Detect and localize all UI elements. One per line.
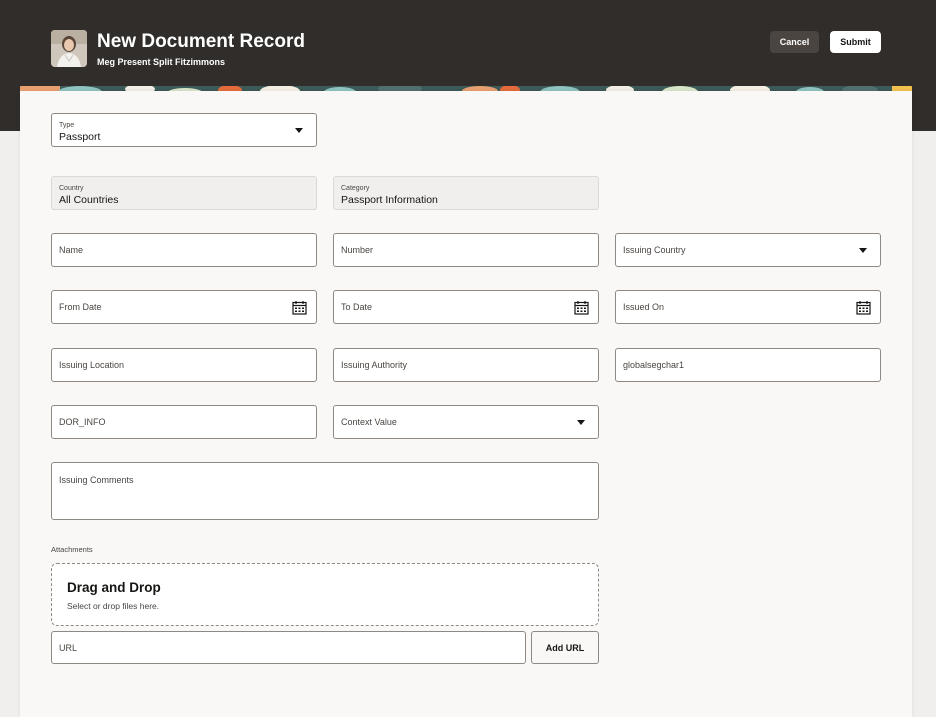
issued-on-label: Issued On	[623, 302, 665, 312]
globalsegchar1-input[interactable]: globalsegchar1	[615, 348, 881, 382]
issuing-location-input[interactable]: Issuing Location	[51, 348, 317, 382]
to-date-label: To Date	[341, 302, 373, 312]
name-input[interactable]: Name	[51, 233, 317, 267]
issuing-comments-textarea[interactable]: Issuing Comments	[51, 462, 599, 520]
category-field: Category Passport Information	[333, 176, 599, 210]
number-input[interactable]: Number	[333, 233, 599, 267]
category-value: Passport Information	[341, 194, 438, 206]
type-label: Type	[59, 122, 75, 129]
dropzone-subtitle: Select or drop files here.	[67, 601, 160, 611]
url-input[interactable]: URL	[51, 631, 526, 664]
issued-on-input[interactable]: Issued On	[615, 290, 881, 324]
issuing-country-select[interactable]: Issuing Country	[615, 233, 881, 267]
from-date-label: From Date	[59, 302, 102, 312]
calendar-icon[interactable]	[292, 300, 307, 315]
type-select[interactable]: Type Passport	[51, 113, 317, 147]
context-value-label: Context Value	[341, 417, 397, 427]
avatar	[51, 30, 87, 67]
country-value: All Countries	[59, 194, 119, 206]
decorative-banner	[20, 82, 912, 91]
issuing-country-label: Issuing Country	[623, 245, 686, 255]
type-value: Passport	[59, 131, 101, 143]
name-label: Name	[59, 245, 84, 255]
dor-info-input[interactable]: DOR_INFO	[51, 405, 317, 439]
url-label: URL	[59, 642, 78, 653]
chevron-down-icon	[577, 420, 585, 425]
issuing-location-label: Issuing Location	[59, 360, 125, 370]
from-date-input[interactable]: From Date	[51, 290, 317, 324]
category-label: Category	[341, 185, 370, 192]
page-title: New Document Record	[97, 31, 305, 52]
chevron-down-icon	[295, 128, 303, 133]
to-date-input[interactable]: To Date	[333, 290, 599, 324]
issuing-authority-label: Issuing Authority	[341, 360, 408, 370]
issuing-authority-input[interactable]: Issuing Authority	[333, 348, 599, 382]
add-url-button[interactable]: Add URL	[531, 631, 599, 664]
issuing-comments-label: Issuing Comments	[59, 475, 134, 485]
file-dropzone[interactable]: Drag and Drop Select or drop files here.	[51, 563, 599, 626]
avatar-image	[51, 30, 87, 67]
context-value-select[interactable]: Context Value	[333, 405, 599, 439]
person-name: Meg Present Split Fitzimmons	[97, 57, 226, 67]
calendar-icon[interactable]	[856, 300, 871, 315]
globalsegchar1-label: globalsegchar1	[623, 360, 685, 370]
number-label: Number	[341, 245, 374, 255]
calendar-icon[interactable]	[574, 300, 589, 315]
country-label: Country	[59, 185, 84, 192]
submit-button[interactable]: Submit	[830, 31, 881, 53]
chevron-down-icon	[859, 248, 867, 253]
cancel-button[interactable]: Cancel	[770, 31, 819, 53]
country-field: Country All Countries	[51, 176, 317, 210]
dor-info-label: DOR_INFO	[59, 417, 106, 427]
attachments-label: Attachments	[51, 545, 93, 554]
dropzone-title: Drag and Drop	[67, 580, 161, 595]
